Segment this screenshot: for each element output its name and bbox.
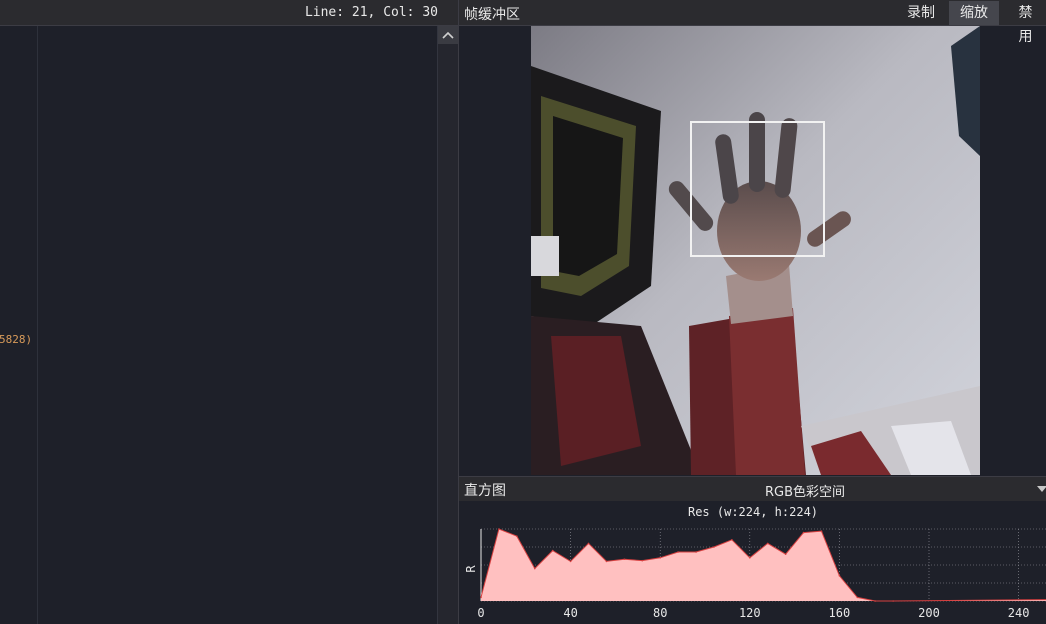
histogram-tick-label: 200 <box>918 606 940 620</box>
cursor-position-label: Line: 21, Col: 30 <box>304 5 438 20</box>
line-number-gutter-divider <box>37 26 38 624</box>
histogram-data-point <box>892 600 894 602</box>
colorspace-dropdown[interactable]: RGB色彩空间 <box>719 478 1046 500</box>
histogram-data-point <box>605 560 608 563</box>
frame-buffer-header: 帧缓冲区 录制 缩放 禁用 <box>459 0 1046 45</box>
editor-status-bar: Line: 21, Col: 30 <box>0 0 458 26</box>
histogram-tick-label: 160 <box>829 606 851 620</box>
histogram-y-axis-label: R <box>464 565 478 573</box>
histogram-data-point <box>659 557 661 559</box>
histogram-tick-label: 120 <box>739 606 761 620</box>
dropdown-arrow-icon <box>1037 486 1046 492</box>
chevron-up-icon <box>442 31 454 39</box>
frame-buffer-title: 帧缓冲区 <box>464 7 520 23</box>
code-text-fragment: 5828) <box>0 333 33 346</box>
histogram-data-point <box>695 551 697 553</box>
histogram-data-point <box>623 558 626 561</box>
histogram-data-point <box>749 557 751 559</box>
editor-vertical-scrollbar[interactable] <box>437 26 458 624</box>
histogram-data-point <box>551 549 554 552</box>
histogram-data-point <box>587 542 590 545</box>
histogram-data-point <box>820 530 823 532</box>
histogram-data-point <box>569 560 572 563</box>
histogram-data-point <box>533 567 536 570</box>
histogram-data-point <box>856 596 859 599</box>
zoom-button[interactable]: 缩放 <box>949 1 999 25</box>
histogram-data-point <box>874 600 877 602</box>
histogram-data-point <box>713 546 715 548</box>
red-channel-histogram-chart: 0 40 80 120 160 200 240 R <box>464 528 1046 620</box>
histogram-data-point <box>838 575 841 577</box>
histogram-data-point <box>766 542 769 545</box>
histogram-pane: 直方图 RGB色彩空间 Res (w:224, h:224) 0 40 80 120 1… <box>458 476 1046 624</box>
code-editor-pane[interactable]: Line: 21, Col: 30 5828) <box>0 0 458 624</box>
disable-button[interactable]: 禁用 <box>1004 1 1046 45</box>
resolution-label: Res (w:224, h:224) <box>687 505 819 519</box>
histogram-tick-label: 0 <box>477 606 484 620</box>
scroll-up-button[interactable] <box>438 26 458 44</box>
histogram-tick-label: 240 <box>1008 606 1030 620</box>
histogram-data-point <box>498 528 500 530</box>
histogram-data-point <box>784 553 787 555</box>
colorspace-selected-value: RGB色彩空间 <box>765 485 846 500</box>
histogram-data-point <box>802 531 805 534</box>
histogram-tick-label: 40 <box>563 606 577 620</box>
histogram-data-point <box>641 559 644 562</box>
record-button[interactable]: 录制 <box>899 1 943 25</box>
detection-bounding-box <box>690 121 825 257</box>
camera-frame-image <box>531 26 980 475</box>
histogram-data-point <box>731 539 733 541</box>
frame-buffer-pane: 帧缓冲区 录制 缩放 禁用 <box>458 0 1046 476</box>
histogram-tick-label: 80 <box>653 606 667 620</box>
histogram-data-point <box>677 551 679 553</box>
histogram-header: 直方图 RGB色彩空间 <box>459 477 1046 501</box>
histogram-title: 直方图 <box>464 483 506 499</box>
histogram-data-point <box>516 535 518 537</box>
histogram-data-point <box>480 596 482 599</box>
